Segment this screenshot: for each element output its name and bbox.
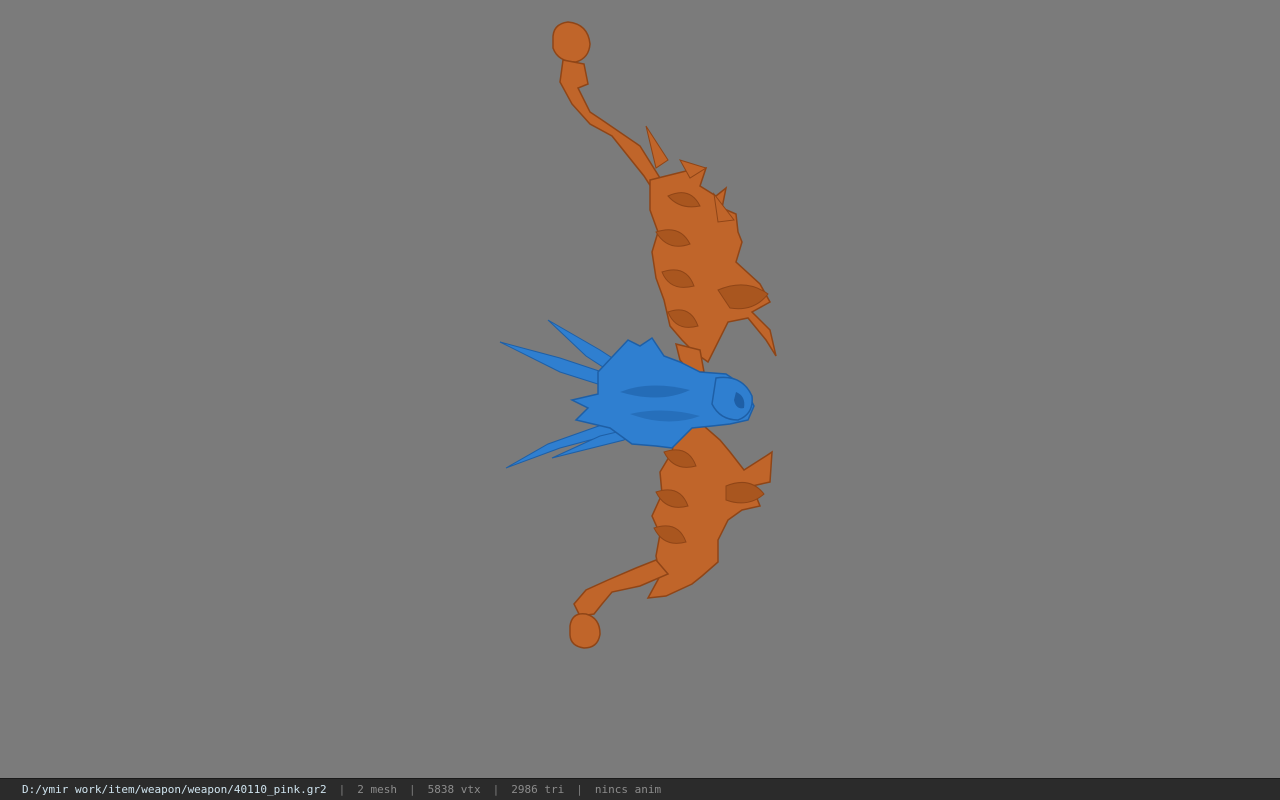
bow-bottom-knob xyxy=(569,613,601,649)
vertex-count: 5838 vtx xyxy=(427,783,481,796)
bow-top-knob xyxy=(552,21,591,63)
separator: | xyxy=(576,783,583,796)
anim-status: nincs anim xyxy=(594,783,662,796)
separator: | xyxy=(409,783,416,796)
file-path: D:/ymir work/item/weapon/weapon/40110_pi… xyxy=(22,783,327,796)
bow-mesh xyxy=(552,21,777,649)
status-bar: D:/ymir work/item/weapon/weapon/40110_pi… xyxy=(0,778,1280,800)
model-render[interactable] xyxy=(0,0,1280,778)
separator: | xyxy=(492,783,500,796)
mesh-count: 2 mesh xyxy=(357,783,398,796)
triangle-count: 2986 tri xyxy=(511,783,565,796)
3d-viewport[interactable] xyxy=(0,0,1280,778)
separator: | xyxy=(338,783,346,796)
